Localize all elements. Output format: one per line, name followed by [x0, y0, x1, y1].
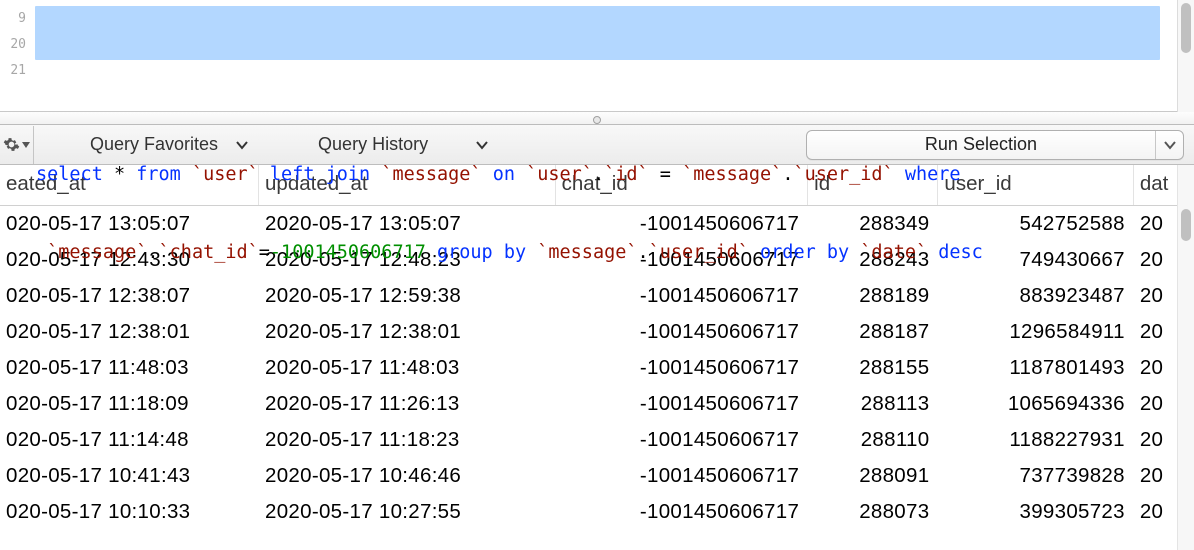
cell-created-at[interactable]: 020-05-17 11:18:09: [0, 386, 259, 422]
sql-line[interactable]: select * from `user` left join `message`…: [36, 162, 1190, 188]
cell-updated-at[interactable]: 2020-05-17 10:46:46: [259, 458, 556, 494]
cell-user-id[interactable]: 1188227931: [938, 422, 1133, 458]
line-number: 20: [0, 32, 26, 58]
cell-updated-at[interactable]: 2020-05-17 11:26:13: [259, 386, 556, 422]
cell-user-id[interactable]: 1296584911: [938, 314, 1133, 350]
cell-chat-id[interactable]: -1001450606717: [555, 494, 808, 530]
cell-chat-id[interactable]: -1001450606717: [555, 350, 808, 386]
scrollbar-thumb[interactable]: [1181, 3, 1191, 53]
line-number: 9: [0, 6, 26, 32]
sql-textarea[interactable]: select * from `user` left join `message`…: [32, 0, 1194, 111]
cell-chat-id[interactable]: -1001450606717: [555, 314, 808, 350]
table-row[interactable]: 020-05-17 10:10:332020-05-17 10:27:55-10…: [0, 494, 1194, 530]
line-gutter: 9 20 21: [0, 0, 32, 111]
cell-id[interactable]: 288110: [808, 422, 938, 458]
cell-user-id[interactable]: 399305723: [938, 494, 1133, 530]
cell-id[interactable]: 288073: [808, 494, 938, 530]
gear-icon: [3, 136, 20, 153]
sql-editor[interactable]: 9 20 21 select * from `user` left join `…: [0, 0, 1194, 112]
chevron-down-icon: [22, 142, 30, 148]
cell-user-id[interactable]: 737739828: [938, 458, 1133, 494]
table-row[interactable]: 020-05-17 11:18:092020-05-17 11:26:13-10…: [0, 386, 1194, 422]
cell-created-at[interactable]: 020-05-17 10:41:43: [0, 458, 259, 494]
cell-updated-at[interactable]: 2020-05-17 11:18:23: [259, 422, 556, 458]
cell-updated-at[interactable]: 2020-05-17 10:27:55: [259, 494, 556, 530]
table-row[interactable]: 020-05-17 12:38:012020-05-17 12:38:01-10…: [0, 314, 1194, 350]
cell-id[interactable]: 288187: [808, 314, 938, 350]
cell-created-at[interactable]: 020-05-17 11:48:03: [0, 350, 259, 386]
table-row[interactable]: 020-05-17 10:41:432020-05-17 10:46:46-10…: [0, 458, 1194, 494]
line-number: 21: [0, 58, 26, 84]
cell-user-id[interactable]: 1065694336: [938, 386, 1133, 422]
cell-chat-id[interactable]: -1001450606717: [555, 386, 808, 422]
cell-updated-at[interactable]: 2020-05-17 11:48:03: [259, 350, 556, 386]
cell-created-at[interactable]: 020-05-17 11:14:48: [0, 422, 259, 458]
sql-line[interactable]: `message`.`chat_id`=-1001450606717 group…: [36, 240, 1190, 266]
table-row[interactable]: 020-05-17 11:14:482020-05-17 11:18:23-10…: [0, 422, 1194, 458]
table-row[interactable]: 020-05-17 11:48:032020-05-17 11:48:03-10…: [0, 350, 1194, 386]
cell-created-at[interactable]: 020-05-17 10:10:33: [0, 494, 259, 530]
settings-button[interactable]: [0, 126, 34, 164]
cell-chat-id[interactable]: -1001450606717: [555, 458, 808, 494]
cell-created-at[interactable]: 020-05-17 12:38:01: [0, 314, 259, 350]
cell-updated-at[interactable]: 2020-05-17 12:38:01: [259, 314, 556, 350]
cell-id[interactable]: 288155: [808, 350, 938, 386]
cell-chat-id[interactable]: -1001450606717: [555, 422, 808, 458]
cell-id[interactable]: 288091: [808, 458, 938, 494]
selection-highlight: [35, 6, 1160, 60]
cell-id[interactable]: 288113: [808, 386, 938, 422]
cell-user-id[interactable]: 1187801493: [938, 350, 1133, 386]
